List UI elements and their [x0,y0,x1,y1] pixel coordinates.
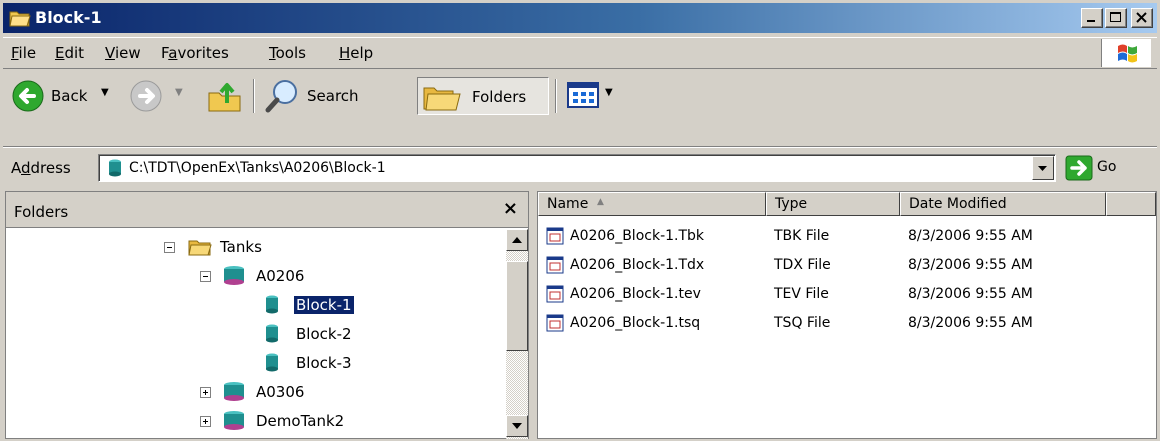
address-dropdown-button[interactable] [1032,156,1054,180]
folders-scrollbar[interactable] [506,229,528,439]
address-input[interactable]: C:\TDT\OpenEx\Tanks\A0206\Block-1 [98,154,1056,182]
tank-icon [224,411,244,430]
tree-item-block-1[interactable]: Block-1 [6,291,486,319]
tank-icon [224,266,244,285]
file-row[interactable]: A0206_Block-1.Tdx TDX File 8/3/2006 9:55… [538,251,1138,280]
file-icon [546,314,564,332]
views-button[interactable]: ▼ [565,77,625,115]
close-icon [1136,12,1147,23]
menu-edit[interactable]: Edit [55,44,84,62]
forward-button[interactable]: ▼ [127,77,199,115]
collapse-icon[interactable] [164,242,175,253]
tree-item-tanks[interactable]: Tanks [6,233,486,261]
tree-item-demotank2[interactable]: DemoTank2 [6,407,486,435]
go-arrow-icon [1065,155,1093,181]
toolbar-separator [253,79,255,113]
folder-open-icon [9,11,31,27]
tree-item-a0306[interactable]: A0306 [6,378,486,406]
views-icon [567,82,599,108]
menu-file[interactable]: File [11,44,36,62]
address-label: Address [11,159,71,177]
search-button[interactable]: Search [263,77,411,115]
column-header-type[interactable]: Type [766,192,900,216]
scroll-thumb[interactable] [506,261,528,351]
folder-tree: Tanks A0206 Block-1 Block-2 Block-3 A030… [6,229,506,439]
file-icon [546,227,564,245]
window-title: Block-1 [35,8,102,27]
folders-icon [423,87,461,111]
menu-tools[interactable]: Tools [269,44,306,62]
chevron-up-icon [512,237,522,243]
chevron-down-icon [512,423,522,429]
toolbar-separator [555,79,557,113]
explorer-window: Block-1 File Edit View Favorites Tools H… [0,0,1160,441]
folders-pane: Folders × Tanks A0206 Block-1 Block-2 Bl… [5,191,529,439]
file-row[interactable]: A0206_Block-1.tev TEV File 8/3/2006 9:55… [538,280,1138,309]
column-header-name[interactable]: Name ▲ [538,192,766,216]
standard-toolbar: Back ▼ ▼ Search Folders ▼ [3,71,1157,147]
views-dropdown-icon[interactable]: ▼ [605,87,613,98]
file-row[interactable]: A0206_Block-1.Tbk TBK File 8/3/2006 9:55… [538,222,1138,251]
block-icon [266,353,278,372]
folder-open-icon [188,240,212,256]
maximize-button[interactable] [1105,8,1127,28]
forward-arrow-icon [130,80,162,112]
minimize-button[interactable] [1081,8,1103,28]
folders-pane-header: Folders × [6,192,528,228]
file-icon [546,256,564,274]
tree-item-block-3[interactable]: Block-3 [6,349,486,377]
go-button[interactable]: Go [1063,154,1143,182]
windows-logo-icon [1101,39,1151,67]
back-arrow-icon [12,80,44,112]
block-icon [266,295,278,314]
scroll-up-button[interactable] [506,229,528,251]
back-dropdown-icon[interactable]: ▼ [101,87,109,98]
column-header-date-modified[interactable]: Date Modified [900,192,1106,216]
minimize-icon [1087,20,1095,22]
close-button[interactable] [1131,8,1153,28]
folders-pane-title: Folders [14,203,69,221]
block-icon [266,324,278,343]
forward-dropdown-icon[interactable]: ▼ [175,87,183,98]
menu-help[interactable]: Help [339,44,373,62]
address-bar: Address C:\TDT\OpenEx\Tanks\A0206\Block-… [3,147,1157,187]
close-pane-icon[interactable]: × [503,198,518,219]
expand-icon[interactable] [200,387,211,398]
title-bar[interactable]: Block-1 [3,3,1157,33]
sort-ascending-icon: ▲ [597,197,604,207]
tree-item-block-2[interactable]: Block-2 [6,320,486,348]
scroll-down-button[interactable] [506,415,528,437]
menu-bar: File Edit View Favorites Tools Help [3,37,1157,69]
column-header-empty [1106,192,1156,216]
collapse-icon[interactable] [200,271,211,282]
menu-favorites[interactable]: Favorites [161,44,229,62]
maximize-icon [1110,12,1121,22]
chevron-down-icon [1038,166,1047,171]
menu-view[interactable]: View [105,44,141,62]
file-icon [546,285,564,303]
block-icon [109,159,121,177]
folders-button[interactable]: Folders [417,77,549,115]
up-folder-icon [208,83,241,112]
expand-icon[interactable] [200,416,211,427]
search-icon [265,80,297,113]
file-list: Name ▲ Type Date Modified A0206_Block-1.… [537,191,1157,439]
file-row[interactable]: A0206_Block-1.tsq TSQ File 8/3/2006 9:55… [538,309,1138,338]
up-button[interactable] [203,77,247,115]
tree-item-a0206[interactable]: A0206 [6,262,486,290]
tank-icon [224,382,244,401]
